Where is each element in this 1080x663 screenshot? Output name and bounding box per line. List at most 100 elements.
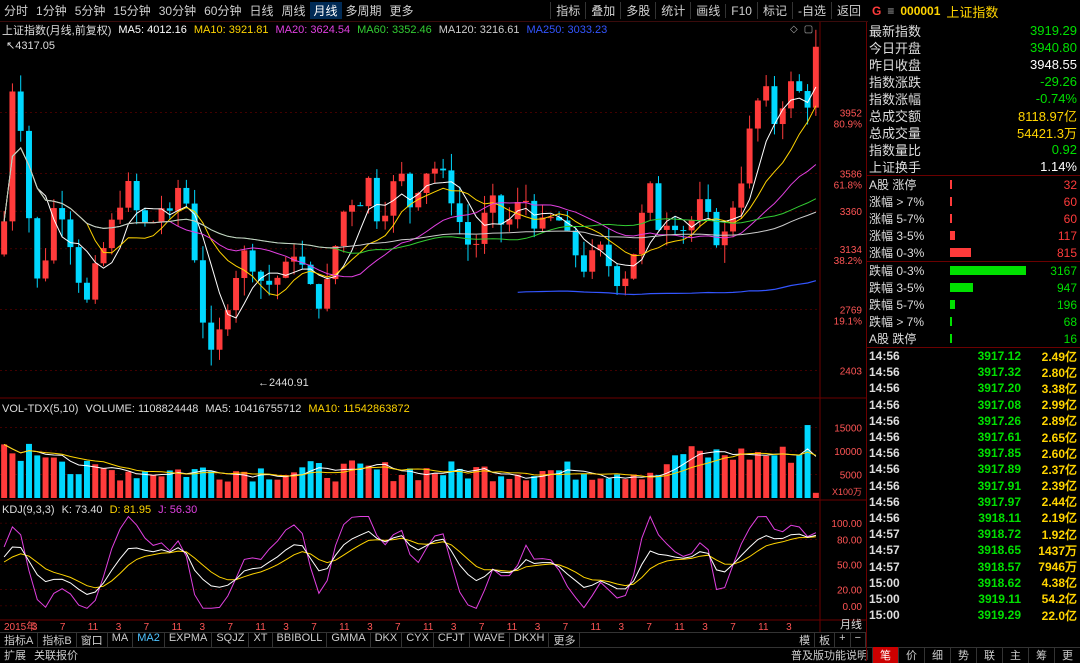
volume-bar — [407, 468, 413, 498]
volume-bar — [59, 461, 66, 498]
volume-axis-label: 10000 — [834, 447, 862, 458]
tick-row: 14:56 3917.91 2.39亿 — [867, 478, 1080, 494]
tick-price: 3917.20 — [977, 381, 1021, 396]
timeframe-7[interactable]: 周线 — [277, 2, 309, 19]
distribution-row: 跌幅 0-3% 3167 — [867, 262, 1080, 279]
candle-body — [788, 81, 794, 109]
tool-button-6[interactable]: 标记 — [756, 2, 792, 19]
tick-time: 15:00 — [869, 591, 900, 606]
candle-body — [680, 230, 687, 232]
indicator-tab-11[interactable]: CYX — [402, 632, 434, 648]
indicator-tab-13[interactable]: WAVE — [470, 632, 510, 648]
indicator-tab-6[interactable]: SQJZ — [212, 632, 250, 648]
indicator-tab-7[interactable]: XT — [249, 632, 273, 648]
status-linked-quote[interactable]: 关联报价 — [30, 647, 82, 663]
chart-area[interactable]: 3952 3586 3360 3134 2769 2403 80.9% 61.8% 38.2% 1… — [0, 22, 866, 633]
indicator-tab-10[interactable]: DKX — [371, 632, 403, 648]
volume-bar — [67, 474, 74, 498]
timeframe-2[interactable]: 5分钟 — [71, 2, 110, 19]
tool-button-2[interactable]: 多股 — [620, 2, 655, 19]
tick-price: 3917.89 — [977, 462, 1021, 477]
candle-body — [199, 260, 206, 323]
tool-button-4[interactable]: 画线 — [690, 2, 725, 19]
candle-body — [75, 247, 82, 283]
distribution-bar — [950, 248, 971, 257]
legend-ma5: MA5: 4012.16 — [118, 24, 187, 36]
candle-body — [572, 230, 579, 256]
time-axis-label: 11 — [758, 622, 769, 632]
candle-body — [738, 183, 745, 208]
tool-button-7[interactable]: -自选 — [791, 2, 831, 19]
timeframe-1[interactable]: 1分钟 — [32, 2, 71, 19]
indicator-tab-4[interactable]: MA2 — [133, 632, 165, 648]
distribution-row: 跌幅 3-5% 947 — [867, 279, 1080, 296]
volume-title: VOL-TDX(5,10) — [2, 403, 79, 415]
indicator-tab-3[interactable]: MA — [108, 632, 134, 648]
status-help[interactable]: 普及版功能说明 — [787, 647, 872, 663]
time-axis-label: 3 — [702, 622, 708, 632]
indicator-tab-14[interactable]: DKXH — [510, 632, 550, 648]
tick-row: 14:56 3917.89 2.37亿 — [867, 461, 1080, 477]
tick-price: 3919.11 — [978, 591, 1021, 606]
period-label: 月线 — [840, 617, 862, 631]
time-axis-label: 7 — [60, 622, 66, 632]
quote-value: -0.74% — [1035, 91, 1077, 106]
indicator-tab-9[interactable]: GMMA — [327, 632, 371, 648]
volume-bar — [788, 462, 794, 498]
legend-j: J: 56.30 — [158, 504, 198, 516]
down-distribution: 跌幅 0-3% 3167 跌幅 3-5% 947 跌幅 5-7% 196 跌幅 > 7% 68… — [867, 262, 1080, 347]
tool-button-0[interactable]: 指标 — [550, 2, 585, 19]
timeframe-9[interactable]: 多周期 — [342, 2, 386, 19]
main-legend: 上证指数(月线,前复权) MA5: 4012.16 MA10: 3921.81 … — [0, 22, 607, 38]
maximize-icon[interactable]: ▢ — [804, 24, 813, 35]
diamond-icon[interactable]: ◇ — [790, 24, 798, 35]
timeframe-0[interactable]: 分时 — [0, 2, 32, 19]
distribution-label: 涨幅 0-3% — [869, 246, 925, 260]
candle-body — [647, 183, 654, 213]
indicator-tab-12[interactable]: CFJT — [434, 632, 470, 648]
tick-amount: 3.38亿 — [1041, 381, 1077, 396]
volume-bar — [224, 481, 231, 498]
tool-button-3[interactable]: 统计 — [655, 2, 690, 19]
volume-bar — [26, 443, 32, 498]
candle-body — [50, 208, 57, 261]
distribution-bar — [950, 180, 952, 189]
candle-body — [26, 130, 32, 219]
timeframe-3[interactable]: 15分钟 — [109, 2, 154, 19]
tool-button-8[interactable]: 返回 — [830, 2, 866, 19]
timeframe-6[interactable]: 日线 — [245, 2, 277, 19]
status-extend[interactable]: 扩展 — [0, 647, 30, 663]
indicator-tab-5[interactable]: EXPMA — [165, 632, 213, 648]
candle-body — [357, 205, 364, 207]
tick-time: 14:56 — [869, 397, 900, 412]
timeframe-5[interactable]: 60分钟 — [200, 2, 245, 19]
time-axis-label: 3 — [451, 622, 457, 632]
volume-bar — [688, 446, 695, 498]
timeframe-8[interactable]: 月线 — [309, 2, 342, 19]
tool-button-5[interactable]: F10 — [725, 3, 757, 18]
volume-bar — [282, 475, 289, 498]
timeframe-4[interactable]: 30分钟 — [155, 2, 200, 19]
volume-bar — [50, 457, 57, 498]
volume-bar — [614, 474, 621, 498]
distribution-row: 涨幅 0-3% 815 — [867, 244, 1080, 261]
tick-row: 14:57 3918.72 1.92亿 — [867, 526, 1080, 542]
candle-body — [771, 86, 778, 125]
tick-price: 3918.11 — [978, 510, 1021, 525]
timeframe-10[interactable]: 更多 — [386, 2, 418, 19]
volume-bar — [249, 481, 256, 498]
chart-svg[interactable]: 3952 3586 3360 3134 2769 2403 80.9% 61.8% 38.2% 1… — [0, 22, 866, 633]
indicator-tab-8[interactable]: BBIBOLL — [273, 632, 328, 648]
candle-body — [108, 219, 115, 249]
candle-body — [92, 263, 99, 300]
candle-body — [59, 208, 66, 220]
time-axis-label: 7 — [227, 622, 233, 632]
distribution-row: 涨幅 3-5% 117 — [867, 227, 1080, 244]
tool-button-1[interactable]: 叠加 — [585, 2, 620, 19]
volume-bar — [655, 474, 662, 498]
tick-row: 14:56 3917.26 2.89亿 — [867, 413, 1080, 429]
menu-icon[interactable]: ≡ — [887, 4, 894, 18]
tick-price: 3918.72 — [977, 527, 1021, 542]
candle-body — [622, 278, 629, 287]
indicator-tab-15[interactable]: 更多 — [549, 632, 581, 648]
